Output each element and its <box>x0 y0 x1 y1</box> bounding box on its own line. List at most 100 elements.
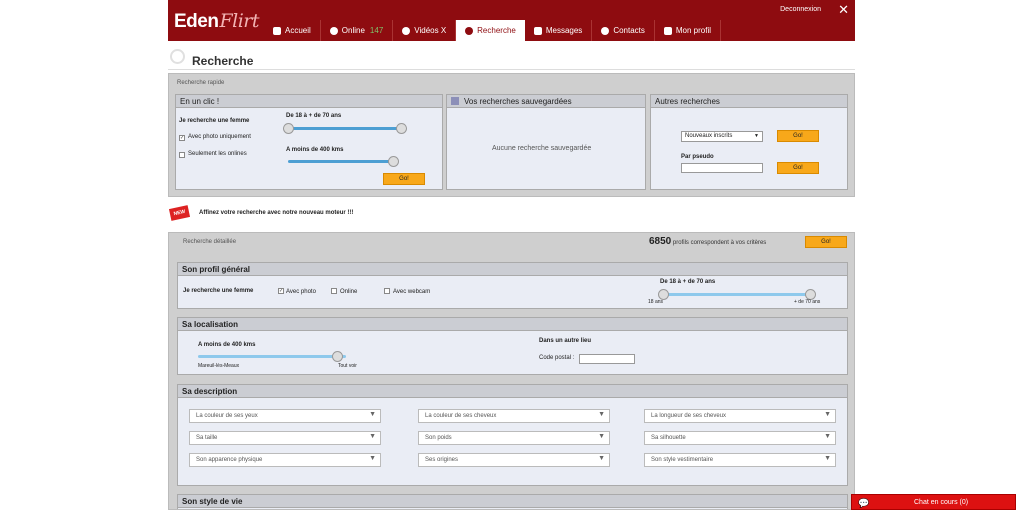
chevron-down-icon: ▼ <box>369 455 376 462</box>
nav-mon-profil[interactable]: Mon profil <box>655 20 722 41</box>
nav-online[interactable]: Online 147 <box>321 20 394 41</box>
profile-section: Son profil général Je recherche une femm… <box>177 262 848 309</box>
new-badge: NEW <box>168 205 191 221</box>
distance-slider[interactable] <box>288 156 399 167</box>
distance-slider[interactable] <box>198 351 346 362</box>
nav-messages[interactable]: Messages <box>525 20 593 41</box>
select-value: Son style vestimentaire <box>651 457 714 463</box>
new-engine-banner: Affinez votre recherche avec notre nouve… <box>199 210 354 216</box>
appearance-select[interactable]: Son apparence physique ▼ <box>189 453 381 467</box>
silhouette-select[interactable]: Sa silhouette ▼ <box>644 431 836 445</box>
select-value: Son poids <box>425 435 452 441</box>
panel-title: En un clic ! <box>176 95 442 108</box>
play-icon <box>402 26 411 35</box>
saved-icon <box>451 97 459 105</box>
age-slider[interactable] <box>283 123 407 134</box>
description-section: Sa description La couleur de ses yeux ▼ L… <box>177 384 848 486</box>
age-label: De 18 à + de 70 ans <box>660 279 716 285</box>
one-click-panel: En un clic ! Je recherche une femme ✓ Av… <box>175 94 443 190</box>
panel-title: Vos recherches sauvegardées <box>447 95 645 108</box>
photo-label: Avec photo <box>286 289 316 295</box>
detailed-search: Recherche détaillée 6850 profils corresp… <box>168 232 855 510</box>
lifestyle-section: Son style de vie <box>177 494 848 509</box>
pseudo-input[interactable] <box>681 163 763 173</box>
chat-bar[interactable]: 💬 Chat en cours (0) <box>851 494 1016 510</box>
distance-label: A moins de 400 kms <box>286 147 344 153</box>
select-value: Sa silhouette <box>651 435 686 441</box>
clothing-style-select[interactable]: Son style vestimentaire ▼ <box>644 453 836 467</box>
home-icon <box>273 26 281 35</box>
age-min-label: 18 ans <box>648 299 664 305</box>
chat-bubbles-icon: 💬 <box>858 498 870 508</box>
search-icon <box>170 49 185 64</box>
pseudo-label: Par pseudo <box>681 154 714 160</box>
go-button[interactable]: Go! <box>805 236 847 248</box>
chevron-down-icon: ▼ <box>824 411 831 418</box>
height-select[interactable]: Sa taille ▼ <box>189 431 381 445</box>
see-all-link[interactable]: Tout voir <box>338 363 357 369</box>
online-checkbox[interactable] <box>331 288 337 294</box>
hair-length-select[interactable]: La longueur de ses cheveux ▼ <box>644 409 836 423</box>
go-button[interactable]: Go! <box>383 173 425 185</box>
origins-select[interactable]: Ses origines ▼ <box>418 453 610 467</box>
nav-label: Contacts <box>613 26 645 35</box>
main-nav: Accueil Online 147 Vidéos X Recherche Mes… <box>264 20 722 41</box>
nav-contacts[interactable]: Contacts <box>592 20 655 41</box>
nav-label: Vidéos X <box>414 26 447 35</box>
person-icon <box>601 26 610 35</box>
nav-recherche[interactable]: Recherche <box>456 20 525 41</box>
looking-for-label: Je recherche une femme <box>183 288 254 294</box>
count-number: 6850 <box>649 236 672 247</box>
close-icon[interactable]: ✕ <box>838 2 849 18</box>
logo[interactable]: EdenFlirt <box>174 10 260 33</box>
slider-handle[interactable] <box>388 156 399 167</box>
go-button[interactable]: Go! <box>777 130 819 142</box>
eye-color-select[interactable]: La couleur de ses yeux ▼ <box>189 409 381 423</box>
weight-select[interactable]: Son poids ▼ <box>418 431 610 445</box>
photo-checkbox[interactable]: ✓ <box>278 288 284 294</box>
section-title: Son style de vie <box>178 495 847 508</box>
nav-videos[interactable]: Vidéos X <box>393 20 457 41</box>
online-label: Seulement les onlines <box>188 151 247 157</box>
city-label: Mareuil-lès-Meaux <box>198 363 240 369</box>
section-title: Son profil général <box>178 263 847 276</box>
looking-for-label: Je recherche une femme <box>179 118 250 124</box>
select-value: La couleur de ses yeux <box>196 413 258 419</box>
saved-searches-panel: Vos recherches sauvegardées Aucune reche… <box>446 94 646 190</box>
logout-link[interactable]: Deconnexion <box>780 6 821 13</box>
header: EdenFlirt Accueil Online 147 Vidéos X Rec… <box>168 0 855 41</box>
other-place-label: Dans un autre lieu <box>539 338 592 344</box>
age-max-label: + de 70 ans <box>794 299 821 305</box>
other-searches-panel: Autres recherches Nouveaux inscrits ▼ Go!… <box>650 94 848 190</box>
title-row: Recherche <box>168 48 855 70</box>
quick-search-label: Recherche rapide <box>177 80 225 86</box>
page: EdenFlirt Accueil Online 147 Vidéos X Rec… <box>0 0 1024 510</box>
chat-count: (0) <box>959 499 969 506</box>
go-button[interactable]: Go! <box>777 162 819 174</box>
select-value: Nouveaux inscrits <box>685 133 733 139</box>
webcam-checkbox[interactable] <box>384 288 390 294</box>
page-title: Recherche <box>192 54 254 68</box>
photo-label: Avec photo uniquement <box>188 134 251 140</box>
slider-handle[interactable] <box>396 123 407 134</box>
chevron-down-icon: ▼ <box>824 433 831 440</box>
nav-accueil[interactable]: Accueil <box>264 20 321 41</box>
result-count: 6850 profils correspondent à vos critère… <box>649 236 766 247</box>
age-label: De 18 à + de 70 ans <box>286 113 342 119</box>
section-title: Sa localisation <box>178 318 847 331</box>
profile-card-icon <box>663 26 672 35</box>
slider-handle[interactable] <box>283 123 294 134</box>
slider-handle[interactable] <box>332 351 343 362</box>
chevron-down-icon: ▼ <box>598 433 605 440</box>
detailed-search-label: Recherche détaillée <box>183 239 237 245</box>
chevron-down-icon: ▼ <box>369 411 376 418</box>
hair-color-select[interactable]: La couleur de ses cheveux ▼ <box>418 409 610 423</box>
postal-code-input[interactable] <box>579 354 635 364</box>
search-type-select[interactable]: Nouveaux inscrits ▼ <box>681 131 763 142</box>
logo-script: Flirt <box>219 10 260 32</box>
nav-label: Mon profil <box>675 26 712 35</box>
online-checkbox[interactable] <box>179 152 185 158</box>
select-value: Sa taille <box>196 435 218 441</box>
photo-checkbox[interactable]: ✓ <box>179 135 185 141</box>
age-slider[interactable] <box>658 289 816 300</box>
